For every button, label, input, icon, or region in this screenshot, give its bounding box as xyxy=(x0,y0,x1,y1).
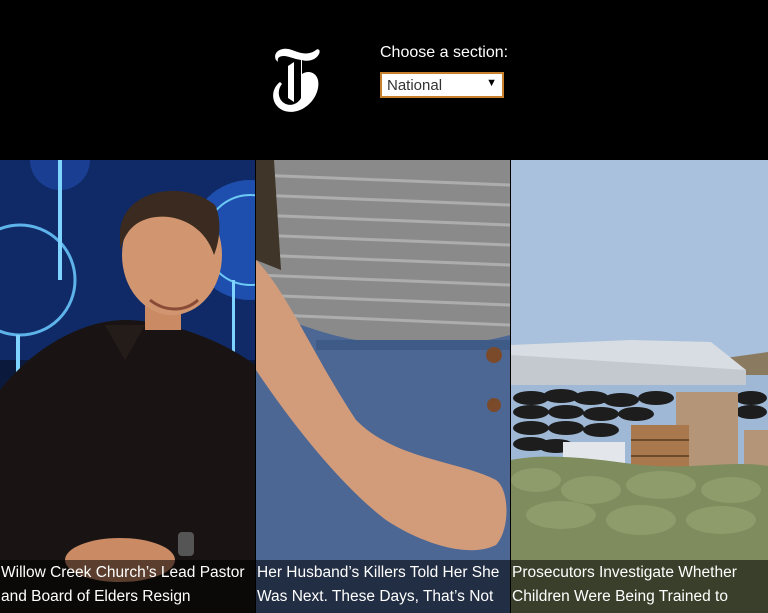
story-photo-widow xyxy=(256,160,510,613)
section-select[interactable]: National ▼ xyxy=(380,72,504,98)
story-card-compound[interactable]: Prosecutors Investigate Whether Children… xyxy=(511,160,768,613)
nyt-t-logo-icon xyxy=(273,48,320,112)
story-card-widow[interactable]: Her Husband’s Killers Told Her She Was N… xyxy=(256,160,510,613)
story-photo-compound xyxy=(511,160,768,613)
story-photo-pastor xyxy=(0,160,255,613)
section-picker: Choose a section: National ▼ xyxy=(380,44,508,98)
header: Choose a section: National ▼ xyxy=(0,0,768,160)
story-headline[interactable]: Her Husband’s Killers Told Her She Was N… xyxy=(256,560,510,613)
story-card-pastor[interactable]: Willow Creek Church’s Lead Pastor and Bo… xyxy=(0,160,255,613)
section-select-value: National xyxy=(387,77,443,94)
chevron-down-icon: ▼ xyxy=(486,77,497,89)
story-headline[interactable]: Willow Creek Church’s Lead Pastor and Bo… xyxy=(0,560,255,613)
story-headline[interactable]: Prosecutors Investigate Whether Children… xyxy=(511,560,768,613)
section-label: Choose a section: xyxy=(380,44,509,61)
page: Choose a section: National ▼ Willow Cree… xyxy=(0,0,768,613)
story-grid: Willow Creek Church’s Lead Pastor and Bo… xyxy=(0,160,768,613)
nyt-logo-icon[interactable] xyxy=(268,44,324,118)
